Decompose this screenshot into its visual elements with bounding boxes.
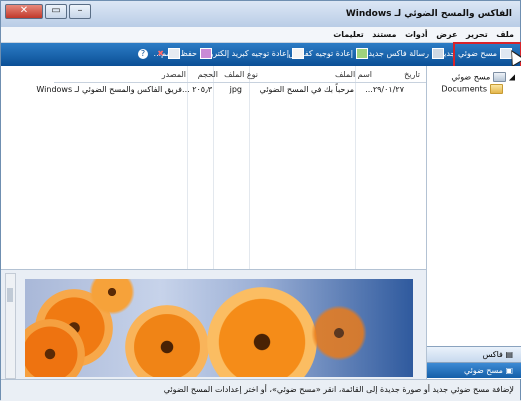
forward-fax-icon	[356, 48, 368, 59]
row-type: jpg	[229, 85, 242, 94]
preview-image	[25, 279, 413, 377]
row-date: ٢٩/٠١/٢٧...	[365, 85, 404, 94]
fax-view-label: فاكس	[482, 350, 503, 359]
table-row[interactable]: ٢٩/٠١/٢٧... مرحباً بك في المسح الضوئي jp…	[36, 85, 426, 97]
row-source: فريق الفاكس والمسح الضوئي لـ Windows	[36, 85, 182, 94]
minimize-button[interactable]: –	[69, 4, 91, 19]
row-size: ٢٠٥٫٣ ...	[182, 85, 212, 94]
fax-icon	[432, 48, 444, 59]
fax-view-button[interactable]: ▤ فاكس	[427, 346, 521, 362]
window-title: الفاكس والمسح الضوئي لـ Windows	[345, 9, 512, 19]
scrollbar-thumb[interactable]	[7, 288, 13, 302]
forward-email-label: إعادة توجيه كبريد إلكتروني	[200, 49, 289, 58]
title-bar: ✕ ▭ – الفاكس والمسح الضوئي لـ Windows	[1, 1, 520, 27]
navigation-pane: ◢ مسح ضوئي Documents ▤ فاكس ▣ مسح ضوئي	[426, 66, 521, 379]
header-divider	[54, 82, 426, 83]
menu-edit[interactable]: تحرير	[466, 27, 488, 42]
nav-documents-label: Documents	[441, 84, 487, 94]
nav-root-scan[interactable]: ◢ مسح ضوئي	[451, 72, 515, 82]
delete-icon: ✖	[157, 49, 164, 58]
new-fax-label: رسالة فاكس جديدة	[364, 49, 429, 58]
save-icon	[200, 48, 212, 59]
scan-view-label: مسح ضوئي	[463, 366, 503, 375]
status-bar: لإضافة مسح ضوئي جديد أو صورة جديدة إلى ا…	[1, 379, 520, 401]
toolbar: مسح ضوئي جديد رسالة فاكس جديدة إعادة توج…	[1, 43, 520, 66]
column-header-source[interactable]: المصدر	[162, 70, 186, 80]
help-button[interactable]: ?	[138, 48, 148, 60]
list-margin	[1, 66, 55, 269]
menu-document[interactable]: مستند	[372, 27, 396, 42]
menu-view[interactable]: عرض	[436, 27, 457, 42]
delete-button[interactable]: ✖	[157, 48, 164, 60]
column-header-size[interactable]: الحجم	[198, 70, 218, 80]
forward-email-button[interactable]: إعادة توجيه كبريد إلكتروني	[200, 48, 304, 60]
column-header-date[interactable]: تاريخ	[404, 70, 420, 80]
help-icon: ?	[138, 49, 148, 59]
new-fax-button[interactable]: رسالة فاكس جديدة	[364, 48, 444, 60]
printer-icon	[168, 48, 180, 59]
status-text: لإضافة مسح ضوئي جديد أو صورة جديدة إلى ا…	[163, 385, 514, 394]
row-filename: مرحباً بك في المسح الضوئي	[259, 85, 354, 94]
menu-file[interactable]: ملف	[496, 27, 514, 42]
app-window: ✕ ▭ – الفاكس والمسح الضوئي لـ Windows مل…	[0, 0, 521, 401]
fax-view-icon: ▤	[505, 350, 513, 359]
scan-view-icon: ▣	[505, 366, 513, 375]
column-header-filename[interactable]: اسم الملف	[335, 70, 372, 80]
column-header-type[interactable]: نوع الملف	[224, 70, 258, 80]
forward-email-icon	[292, 48, 304, 59]
print-button[interactable]	[165, 48, 180, 60]
folder-icon	[490, 84, 503, 94]
menu-help[interactable]: تعليمات	[333, 27, 363, 42]
menu-bar: ملف تحرير عرض أدوات مستند تعليمات	[1, 27, 520, 43]
collapse-arrow-icon: ◢	[508, 72, 515, 82]
scan-view-button[interactable]: ▣ مسح ضوئي	[427, 362, 521, 378]
scanner-folder-icon	[493, 72, 507, 82]
close-button[interactable]: ✕	[5, 4, 43, 19]
menu-tools[interactable]: أدوات	[405, 27, 428, 42]
nav-root-label: مسح ضوئي	[451, 72, 491, 82]
maximize-button[interactable]: ▭	[45, 4, 67, 19]
preview-scrollbar[interactable]	[5, 273, 16, 379]
nav-documents[interactable]: Documents	[441, 84, 503, 94]
